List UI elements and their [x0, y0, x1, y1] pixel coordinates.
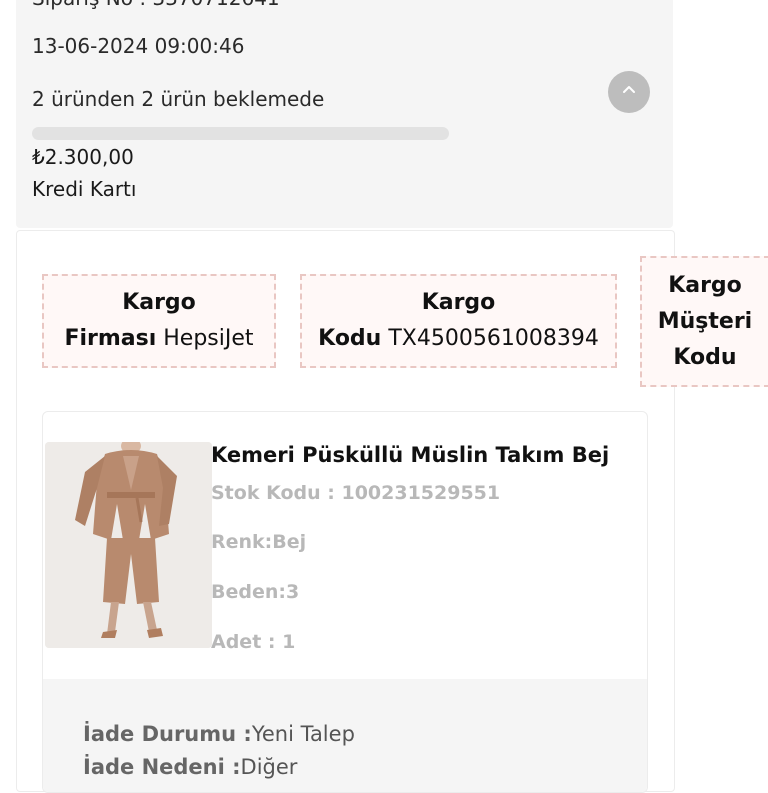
product-stock-code: Stok Kodu : 100231529551 [211, 482, 501, 504]
chevron-up-icon [621, 82, 637, 102]
cargo-company-box: Kargo Firması HepsiJet [42, 274, 276, 368]
order-progress-bar [32, 127, 449, 140]
cargo-code-label-line2: Kodu [318, 326, 382, 351]
product-color: Renk:Bej [211, 531, 307, 553]
return-reason-label: İade Nedeni : [83, 755, 241, 779]
cargo-company-label-line2: Firması [64, 326, 157, 351]
order-status: 2 üründen 2 ürün beklemede [32, 87, 325, 111]
cargo-customer-label-line3: Kodu [673, 344, 737, 370]
product-size: Beden:3 [211, 581, 300, 603]
cargo-company-label-line1: Kargo [122, 290, 196, 315]
product-image[interactable] [45, 442, 212, 648]
product-quantity: Adet : 1 [211, 631, 296, 653]
return-info-section: İade Durumu :Yeni Talep İade Nedeni :Diğ… [43, 679, 647, 792]
cargo-customer-label-line1: Kargo [668, 272, 742, 298]
order-date: 13-06-2024 09:00:46 [32, 34, 245, 58]
return-status-label: İade Durumu : [83, 722, 252, 746]
cargo-code-value[interactable]: TX4500561008394 [388, 326, 598, 351]
cargo-code-label-line1: Kargo [421, 290, 496, 315]
return-status-row: İade Durumu :Yeni Talep [83, 722, 355, 746]
return-status-value: Yeni Talep [251, 722, 355, 746]
cargo-customer-label-line2: Müşteri [657, 308, 753, 334]
order-amount: ₺2.300,00 [32, 145, 134, 169]
return-reason-value: Diğer [240, 755, 298, 779]
collapse-button[interactable] [608, 71, 650, 113]
product-name[interactable]: Kemeri Püsküllü Müslin Takım Bej [211, 443, 609, 467]
cargo-company-value: HepsiJet [163, 326, 254, 351]
return-reason-row: İade Nedeni :Diğer [83, 755, 297, 779]
cargo-code-box: Kargo Kodu TX4500561008394 [300, 274, 617, 368]
payment-method: Kredi Kartı [32, 177, 137, 201]
order-number: Sipariş No : 3370712641 [32, 0, 280, 10]
cargo-customer-code-box: Kargo Müşteri Kodu [640, 256, 768, 387]
product-card: Kemeri Püsküllü Müslin Takım Bej Stok Ko… [42, 411, 648, 793]
